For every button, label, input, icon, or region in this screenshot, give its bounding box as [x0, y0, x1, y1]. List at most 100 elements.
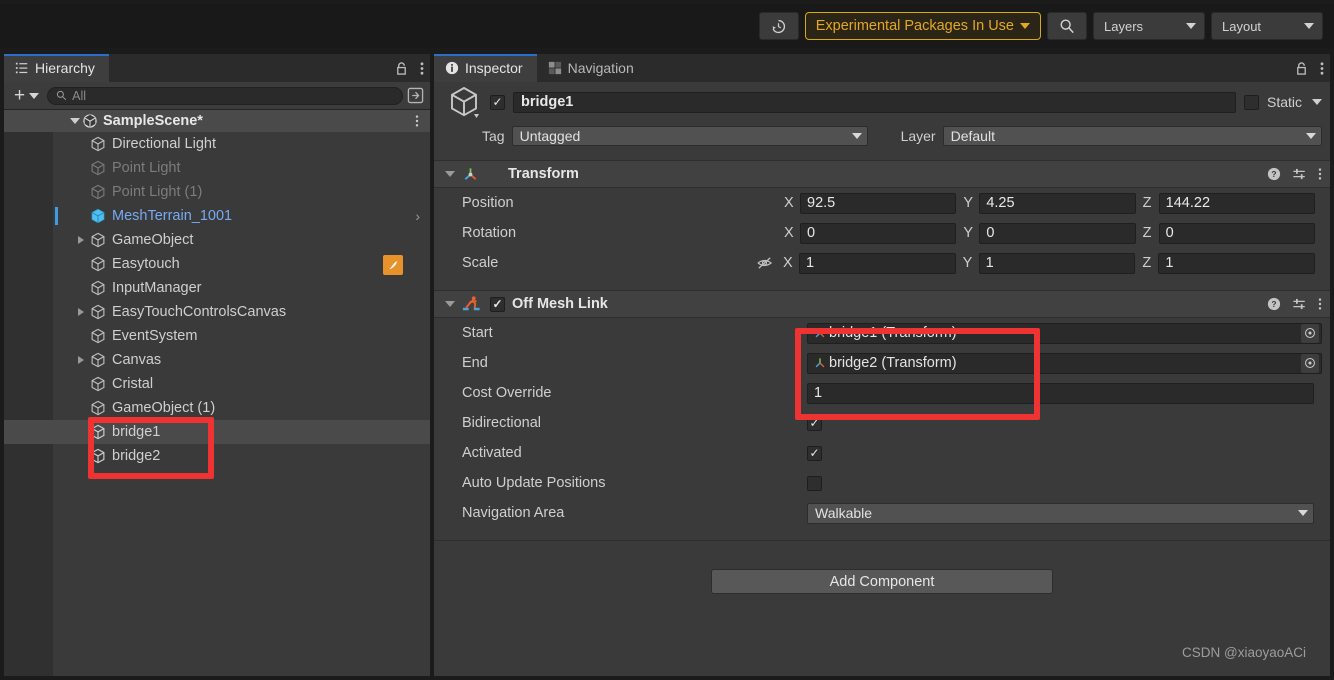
- transform-rotation-row: Rotation X 0 Y 0 Z 0: [434, 218, 1330, 248]
- object-picker-icon: [1305, 328, 1315, 338]
- transform-header-tools: ?: [1267, 167, 1322, 181]
- eye-slash-icon[interactable]: [756, 255, 773, 271]
- nav-area-value: Walkable: [815, 505, 873, 521]
- tab-inspector[interactable]: Inspector: [434, 54, 537, 82]
- auto-update-checkbox[interactable]: [807, 475, 822, 491]
- axis-z-label: Z: [1142, 225, 1152, 241]
- activated-checkbox[interactable]: ✓: [807, 445, 822, 461]
- navmesh-icon: [548, 61, 561, 75]
- info-icon: [445, 61, 459, 75]
- rotation-x-input[interactable]: 0: [800, 222, 957, 244]
- start-object-picker-button[interactable]: [1301, 323, 1319, 343]
- rotation-y-input[interactable]: 0: [979, 222, 1136, 244]
- kebab-menu-icon[interactable]: [415, 114, 419, 128]
- layers-dropdown[interactable]: Layers: [1093, 12, 1205, 40]
- lock-icon[interactable]: [395, 61, 408, 76]
- kebab-menu-icon[interactable]: [1320, 61, 1324, 76]
- layout-dropdown[interactable]: Layout: [1211, 12, 1323, 40]
- tab-navigation-label: Navigation: [567, 60, 634, 76]
- chevron-down-icon[interactable]: [1312, 99, 1322, 105]
- bidirectional-checkbox[interactable]: ✓: [807, 415, 822, 431]
- experimental-packages-label: Experimental Packages In Use: [815, 18, 1014, 34]
- scale-y-input[interactable]: 1: [978, 252, 1136, 274]
- position-z-input[interactable]: 144.22: [1158, 192, 1315, 214]
- tag-dropdown[interactable]: Untagged: [511, 126, 868, 146]
- gameobject-cube-icon: [91, 256, 105, 272]
- help-icon[interactable]: ?: [1267, 167, 1281, 181]
- hierarchy-item-label: Point Light: [112, 160, 181, 176]
- offmeshlink-component-header[interactable]: ✓ Off Mesh Link ?: [434, 290, 1330, 318]
- preset-sliders-icon[interactable]: [1292, 297, 1307, 311]
- cost-override-input[interactable]: 1: [807, 382, 1314, 404]
- position-y-input[interactable]: 4.25: [979, 192, 1136, 214]
- tab-navigation[interactable]: Navigation: [537, 54, 648, 82]
- chevron-right-icon[interactable]: ›: [415, 208, 420, 224]
- tab-hierarchy-label: Hierarchy: [35, 60, 95, 76]
- hierarchy-item-bridge2[interactable]: bridge2: [4, 444, 430, 468]
- axis-y-label: Y: [963, 225, 973, 241]
- rotation-z-input[interactable]: 0: [1158, 222, 1315, 244]
- hierarchy-item-point-light[interactable]: Point Light: [4, 156, 430, 180]
- hierarchy-list-icon: [15, 62, 28, 74]
- help-icon[interactable]: ?: [1267, 297, 1281, 311]
- kebab-menu-icon[interactable]: [1318, 297, 1322, 311]
- start-object-field[interactable]: bridge1 (Transform): [807, 322, 1322, 344]
- gameobject-cube-icon: [91, 160, 105, 176]
- end-object-field[interactable]: bridge2 (Transform): [807, 352, 1322, 374]
- scene-root-row[interactable]: SampleScene*: [4, 110, 430, 132]
- chevron-down-icon[interactable]: [70, 118, 80, 124]
- hierarchy-item-label: Canvas: [112, 352, 162, 368]
- chevron-down-icon[interactable]: [445, 171, 455, 177]
- transform-axis-icon: [815, 328, 825, 338]
- scene-root-label: SampleScene*: [103, 113, 203, 129]
- hierarchy-item-eventsystem[interactable]: EventSystem: [4, 324, 430, 348]
- preset-sliders-icon[interactable]: [1292, 167, 1307, 181]
- nav-area-dropdown[interactable]: Walkable: [807, 502, 1314, 524]
- gameobject-cube-icon: [91, 184, 105, 200]
- end-object-picker-button[interactable]: [1301, 353, 1319, 373]
- axis-x-label: X: [784, 195, 794, 211]
- layers-label: Layers: [1104, 18, 1144, 34]
- transform-component-header[interactable]: Transform ?: [434, 160, 1330, 188]
- hierarchy-item-easytouchcontrolscanvas[interactable]: EasyTouchControlsCanvas: [4, 300, 430, 324]
- hierarchy-search-input[interactable]: All: [47, 86, 403, 105]
- tab-hierarchy[interactable]: Hierarchy: [4, 54, 109, 82]
- hierarchy-item-directional-light[interactable]: Directional Light: [4, 132, 430, 156]
- layer-dropdown[interactable]: Default: [942, 126, 1322, 146]
- open-in-new-window-icon[interactable]: [407, 87, 424, 104]
- kebab-menu-icon[interactable]: [420, 61, 424, 76]
- chevron-down-icon: [1298, 510, 1308, 516]
- hierarchy-item-gameobject-1[interactable]: GameObject (1): [4, 396, 430, 420]
- history-button[interactable]: [758, 12, 799, 40]
- hierarchy-item-bridge1[interactable]: bridge1: [4, 420, 430, 444]
- cost-override-label: Cost Override: [462, 385, 552, 401]
- hierarchy-item-point-light-1[interactable]: Point Light (1): [4, 180, 430, 204]
- object-name-input[interactable]: bridge1: [513, 91, 1236, 113]
- experimental-packages-button[interactable]: Experimental Packages In Use: [804, 12, 1041, 40]
- offmeshlink-enabled-checkbox[interactable]: ✓: [490, 296, 505, 312]
- chevron-right-icon[interactable]: [78, 308, 84, 316]
- hierarchy-item-easytouch[interactable]: Easytouch: [4, 252, 430, 276]
- hierarchy-item-label: GameObject (1): [112, 400, 216, 416]
- chevron-down-icon[interactable]: [445, 301, 455, 307]
- hierarchy-item-canvas[interactable]: Canvas: [4, 348, 430, 372]
- hierarchy-item-gameobject[interactable]: GameObject: [4, 228, 430, 252]
- add-component-button[interactable]: Add Component: [711, 569, 1053, 594]
- kebab-menu-icon[interactable]: [1318, 167, 1322, 181]
- hierarchy-item-label: Directional Light: [112, 136, 216, 152]
- add-component-label: Add Component: [829, 573, 935, 590]
- hierarchy-item-cristal[interactable]: Cristal: [4, 372, 430, 396]
- static-checkbox[interactable]: [1243, 94, 1259, 110]
- chevron-right-icon[interactable]: [78, 236, 84, 244]
- offmeshlink-nav-area-row: Navigation Area Walkable: [434, 498, 1330, 528]
- hierarchy-item-meshterrain-1001[interactable]: MeshTerrain_1001 ›: [4, 204, 430, 228]
- scale-x-input[interactable]: 1: [799, 252, 956, 274]
- scale-z-input[interactable]: 1: [1158, 252, 1316, 274]
- object-enabled-checkbox[interactable]: ✓: [490, 94, 505, 110]
- position-x-input[interactable]: 92.5: [800, 192, 957, 214]
- hierarchy-item-inputmanager[interactable]: InputManager: [4, 276, 430, 300]
- search-button[interactable]: [1047, 12, 1087, 40]
- lock-icon[interactable]: [1295, 61, 1308, 76]
- create-object-button[interactable]: +: [10, 85, 40, 107]
- chevron-right-icon[interactable]: [78, 356, 84, 364]
